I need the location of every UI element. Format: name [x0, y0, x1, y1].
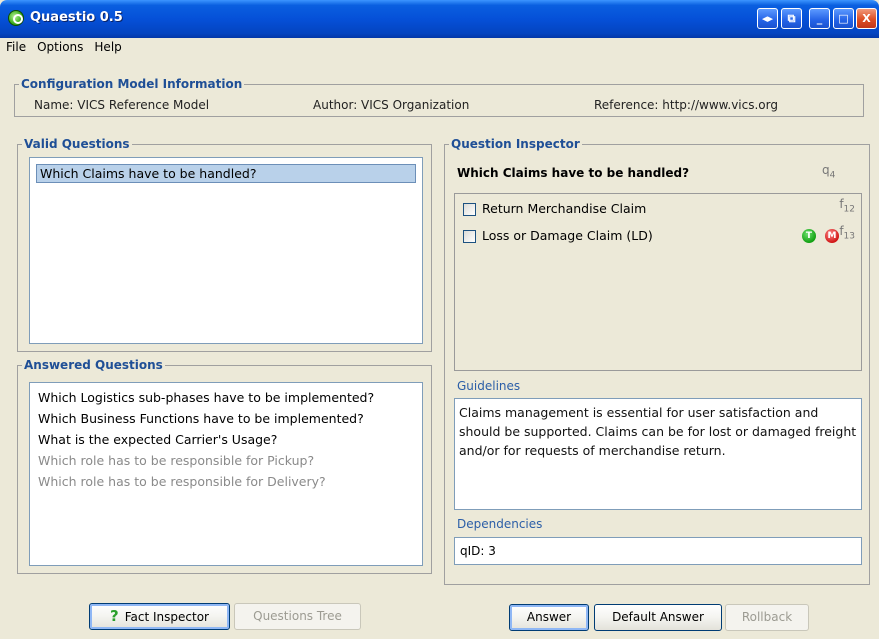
minimize-icon[interactable]: _	[809, 8, 830, 29]
app-logo-icon	[8, 10, 24, 26]
config-legend: Configuration Model Information	[21, 77, 243, 91]
fact-id: f12	[839, 197, 855, 215]
guidelines-text: Claims management is essential for user …	[459, 405, 857, 458]
answer-button[interactable]: Answer	[509, 604, 589, 631]
menu-bar: File Options Help	[0, 38, 879, 58]
fact-inspector-label: Fact Inspector	[124, 610, 209, 624]
fact-row[interactable]: Return Merchandise Claim f12	[463, 197, 855, 218]
close-icon[interactable]: X	[856, 8, 877, 29]
fact-label: Return Merchandise Claim	[482, 201, 647, 216]
questions-tree-button[interactable]: Questions Tree	[234, 603, 361, 630]
fact-row[interactable]: Loss or Damage Claim (LD) T M f13	[463, 224, 855, 245]
fact-checkbox[interactable]	[463, 203, 476, 216]
config-name: Name: VICS Reference Model	[34, 98, 210, 112]
valid-questions-legend: Valid Questions	[24, 137, 130, 151]
config-author: Author: VICS Organization	[313, 98, 470, 112]
config-reference: Reference: http://www.vics.org	[594, 98, 778, 112]
answered-questions-list[interactable]: Which Logistics sub-phases have to be im…	[29, 382, 423, 566]
window-title: Quaestio 0.5	[30, 10, 123, 25]
guidelines-label: Guidelines	[457, 379, 521, 393]
list-item[interactable]: Which Business Functions have to be impl…	[38, 411, 364, 426]
default-answer-button[interactable]: Default Answer	[594, 604, 722, 631]
dependencies-box: qID: 3	[454, 537, 862, 565]
fact-inspector-button[interactable]: ? Fact Inspector	[89, 603, 230, 630]
t-badge-icon: T	[802, 229, 816, 243]
list-item[interactable]: Which Claims have to be handled?	[36, 164, 416, 183]
maximize-icon[interactable]: □	[833, 8, 854, 29]
menu-options[interactable]: Options	[31, 38, 88, 54]
menu-file[interactable]: File	[0, 38, 31, 54]
fact-checkbox[interactable]	[463, 230, 476, 243]
extra-window-icon[interactable]: ◂▸	[757, 8, 778, 29]
question-id: q4	[822, 163, 836, 181]
fact-label: Loss or Damage Claim (LD)	[482, 228, 653, 243]
title-bar[interactable]: Quaestio 0.5 ◂▸ ⧉ _ □ X	[0, 0, 879, 38]
menu-help[interactable]: Help	[88, 38, 126, 54]
list-item[interactable]: Which role has to be responsible for Del…	[38, 474, 326, 489]
answered-questions-legend: Answered Questions	[24, 358, 163, 372]
list-item[interactable]: What is the expected Carrier's Usage?	[38, 432, 277, 447]
list-item[interactable]: Which role has to be responsible for Pic…	[38, 453, 314, 468]
inspected-question: Which Claims have to be handled?	[457, 166, 690, 180]
m-badge-icon: M	[825, 229, 839, 243]
help-question-icon: ?	[110, 607, 119, 625]
fact-id: f13	[839, 224, 855, 242]
facts-list: Return Merchandise Claim f12 Loss or Dam…	[454, 193, 862, 371]
valid-questions-list[interactable]: Which Claims have to be handled?	[29, 157, 423, 344]
restore-window-icon[interactable]: ⧉	[781, 8, 802, 29]
list-item[interactable]: Which Logistics sub-phases have to be im…	[38, 390, 374, 405]
dependencies-text: qID: 3	[460, 544, 496, 558]
dependencies-label: Dependencies	[457, 517, 543, 531]
guidelines-box: Claims management is essential for user …	[454, 398, 862, 510]
question-inspector-legend: Question Inspector	[451, 137, 580, 151]
rollback-button[interactable]: Rollback	[725, 604, 809, 631]
